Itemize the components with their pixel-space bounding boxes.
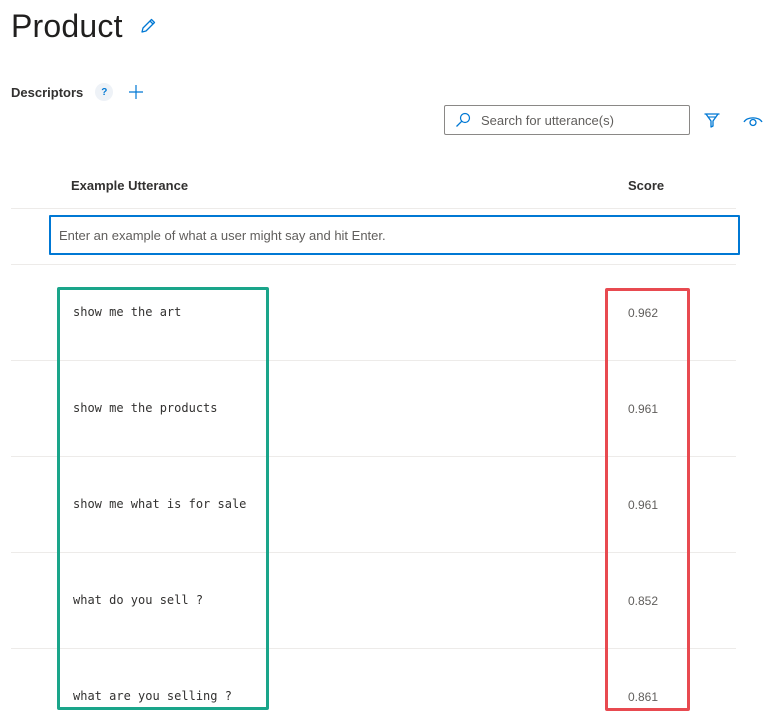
help-icon[interactable]: ? [95,83,114,101]
score-value: 0.852 [628,594,659,608]
column-header-score[interactable]: Score [628,178,664,193]
utterance-text[interactable]: what do you sell ? [73,593,203,607]
utterance-text[interactable]: show me the art [73,305,181,319]
descriptors-bar: Descriptors ? [11,82,144,102]
utterance-input[interactable] [49,215,740,255]
filter-icon[interactable] [703,112,721,130]
pencil-icon[interactable] [139,17,157,35]
plus-icon[interactable] [129,85,144,99]
column-header-utterance[interactable]: Example Utterance [71,178,188,193]
score-value: 0.961 [628,402,659,416]
search-box[interactable] [444,105,690,135]
score-value: 0.861 [628,690,659,704]
table-row[interactable]: show me the products 0.961 [11,361,736,457]
utterance-text[interactable]: show me what is for sale [73,497,246,511]
descriptors-label: Descriptors [11,84,84,100]
score-value: 0.962 [628,306,659,320]
eye-icon[interactable] [743,113,763,129]
table-row[interactable]: what do you sell ? 0.852 [11,553,736,649]
search-input[interactable] [479,111,683,129]
utterance-text[interactable]: show me the products [73,401,218,415]
header-divider [11,208,736,209]
intent-page: Product Descriptors ? Example Utte [0,0,771,725]
utterance-text[interactable]: what are you selling ? [73,689,232,703]
table-row[interactable]: what are you selling ? 0.861 [11,649,736,725]
page-title: Product [11,7,123,44]
title-row: Product [11,4,157,48]
table-row[interactable]: show me the art 0.962 [11,265,736,361]
search-icon [456,112,471,127]
table-row[interactable]: show me what is for sale 0.961 [11,457,736,553]
score-value: 0.961 [628,498,659,512]
